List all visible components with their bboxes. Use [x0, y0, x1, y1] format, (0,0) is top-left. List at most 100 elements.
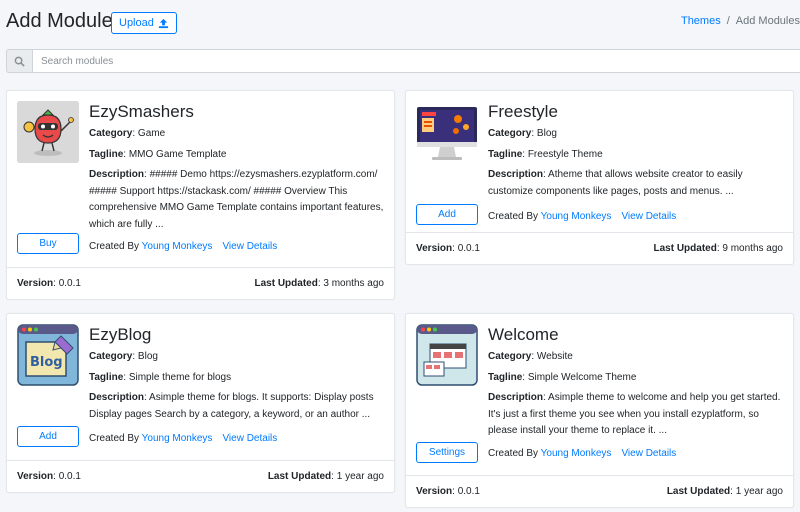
tagline-label: Tagline — [89, 149, 124, 160]
view-details-link[interactable]: View Details — [222, 241, 277, 252]
module-category: Category: Blog — [89, 351, 158, 362]
module-card-freestyle: Add Freestyle Category: Blog Tagline: Fr… — [405, 90, 794, 265]
category-value: Website — [536, 351, 573, 362]
module-created-by: Created By Young Monkeys View Details — [488, 211, 676, 222]
module-name: Freestyle — [488, 102, 558, 121]
settings-button[interactable]: Settings — [416, 442, 478, 463]
category-value: Blog — [137, 351, 158, 362]
description-label: Description — [89, 169, 145, 180]
last-updated-label: Last Updated — [254, 278, 318, 289]
module-description: Description: Atheme that allows website … — [488, 169, 743, 197]
module-footer: Version: 0.0.1 Last Updated: 1 year ago — [7, 460, 394, 492]
last-updated-value: 1 year ago — [336, 471, 384, 482]
monitor-icon — [417, 107, 477, 160]
upload-button[interactable]: Upload — [111, 12, 177, 34]
created-by-label: Created By — [488, 211, 539, 222]
tagline-label: Tagline — [89, 372, 124, 383]
tagline-value: Freestyle Theme — [527, 149, 603, 160]
module-created-by: Created By Young Monkeys View Details — [89, 433, 277, 444]
tagline-label: Tagline — [488, 149, 523, 160]
tagline-label: Tagline — [488, 372, 523, 383]
module-name: EzySmashers — [89, 102, 194, 121]
version-label: Version — [17, 278, 54, 289]
version-value: 0.0.1 — [58, 471, 81, 482]
module-created-by: Created By Young Monkeys View Details — [89, 241, 277, 252]
view-details-link[interactable]: View Details — [621, 448, 676, 459]
module-tagline: Tagline: Simple Welcome Theme — [488, 372, 637, 383]
module-tagline: Tagline: Simple theme for blogs — [89, 372, 232, 383]
ezyblog-thumbnail: Blog — [17, 324, 79, 386]
page-header: Add Modules Upload Themes / Add Modules — [0, 0, 800, 46]
view-details-link[interactable]: View Details — [222, 433, 277, 444]
search-bar — [6, 49, 800, 73]
tagline-value: MMO Game Template — [128, 149, 227, 160]
module-description: Description: Asimple theme for blogs. It… — [89, 392, 374, 420]
breadcrumb-current: Add Modules — [735, 15, 800, 27]
tagline-value: Simple theme for blogs — [128, 372, 232, 383]
description-label: Description — [488, 392, 544, 403]
category-label: Category — [488, 351, 532, 362]
add-button[interactable]: Add — [416, 204, 478, 225]
add-button[interactable]: Add — [17, 426, 79, 447]
module-last-updated: Last Updated: 1 year ago — [666, 486, 783, 497]
last-updated-label: Last Updated — [267, 471, 332, 482]
module-category: Category: Game — [89, 128, 166, 139]
module-version: Version: 0.0.1 — [416, 486, 480, 497]
view-details-link[interactable]: View Details — [621, 211, 676, 222]
module-card-ezyblog: Blog Add EzyBlog Category: Blog Tagline:… — [6, 313, 395, 493]
tagline-value: Simple Welcome Theme — [527, 372, 637, 383]
category-value: Blog — [536, 128, 557, 139]
author-link[interactable]: Young Monkeys — [541, 448, 612, 459]
module-card-welcome: Settings Welcome Category: Website Tagli… — [405, 313, 794, 508]
category-value: Game — [137, 128, 166, 139]
version-label: Version — [17, 471, 54, 482]
category-label: Category — [89, 128, 133, 139]
module-version: Version: 0.0.1 — [416, 243, 480, 254]
welcome-thumbnail — [416, 324, 478, 386]
tomato-character-icon — [17, 101, 79, 163]
module-last-updated: Last Updated: 9 months ago — [653, 243, 783, 254]
module-category: Category: Website — [488, 351, 573, 362]
version-value: 0.0.1 — [457, 243, 480, 254]
last-updated-label: Last Updated — [653, 243, 717, 254]
version-label: Version — [416, 486, 453, 497]
module-footer: Version: 0.0.1 Last Updated: 1 year ago — [406, 475, 793, 507]
search-input[interactable] — [32, 49, 800, 73]
last-updated-value: 9 months ago — [722, 243, 783, 254]
module-tagline: Tagline: Freestyle Theme — [488, 149, 603, 160]
category-label: Category — [89, 351, 133, 362]
module-name: EzyBlog — [89, 325, 152, 344]
author-link[interactable]: Young Monkeys — [541, 211, 612, 222]
module-footer: Version: 0.0.1 Last Updated: 9 months ag… — [406, 232, 793, 264]
search-icon[interactable] — [6, 49, 32, 73]
module-description: Description: ##### Demo https://ezysmash… — [89, 169, 384, 230]
module-tagline: Tagline: MMO Game Template — [89, 149, 227, 160]
breadcrumb: Themes / Add Modules — [681, 15, 800, 27]
author-link[interactable]: Young Monkeys — [142, 241, 213, 252]
created-by-label: Created By — [89, 433, 140, 444]
page-title: Add Modules — [6, 10, 123, 32]
created-by-label: Created By — [89, 241, 140, 252]
module-version: Version: 0.0.1 — [17, 278, 81, 289]
buy-button[interactable]: Buy — [17, 233, 79, 254]
module-name: Welcome — [488, 325, 559, 344]
upload-button-label: Upload — [119, 17, 154, 29]
version-label: Version — [416, 243, 453, 254]
author-link[interactable]: Young Monkeys — [142, 433, 213, 444]
breadcrumb-separator: / — [726, 15, 730, 27]
blog-thumb-text: Blog — [30, 355, 63, 370]
ezysmashers-thumbnail — [17, 101, 79, 163]
version-value: 0.0.1 — [457, 486, 480, 497]
last-updated-value: 3 months ago — [323, 278, 384, 289]
module-card-ezysmashers: Buy EzySmashers Category: Game Tagline: … — [6, 90, 395, 300]
breadcrumb-themes-link[interactable]: Themes — [681, 15, 721, 27]
module-version: Version: 0.0.1 — [17, 471, 81, 482]
description-label: Description — [488, 169, 544, 180]
category-label: Category — [488, 128, 532, 139]
module-category: Category: Blog — [488, 128, 557, 139]
version-value: 0.0.1 — [58, 278, 81, 289]
module-last-updated: Last Updated: 3 months ago — [254, 278, 384, 289]
upload-icon — [158, 18, 168, 28]
last-updated-value: 1 year ago — [735, 486, 783, 497]
module-footer: Version: 0.0.1 Last Updated: 3 months ag… — [7, 267, 394, 299]
